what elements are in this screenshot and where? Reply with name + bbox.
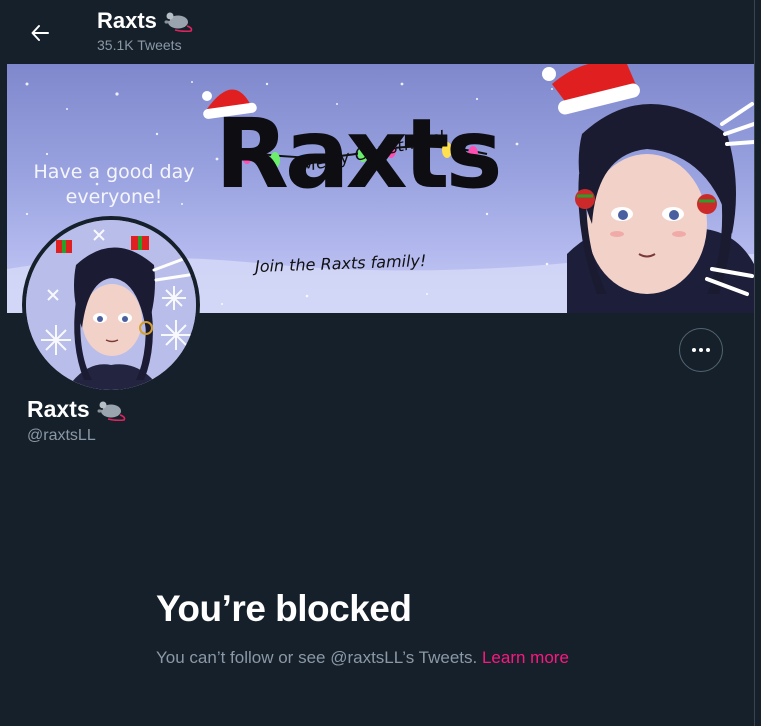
header-title: Raxts [97, 8, 195, 34]
top-bar: Raxts 35.1K Tweets [0, 0, 754, 64]
more-dots-icon [706, 348, 710, 352]
profile-avatar[interactable] [22, 216, 200, 394]
banner-logo: Raxts [215, 98, 503, 210]
header-name: Raxts [97, 8, 157, 33]
tweet-count: 35.1K Tweets [97, 37, 182, 53]
avatar-art [26, 220, 196, 390]
profile-name: Raxts [27, 396, 128, 423]
back-button[interactable] [22, 15, 58, 51]
arrow-left-icon [31, 25, 49, 41]
blocked-message: You can’t follow or see @raxtsLL’s Tweet… [156, 645, 576, 670]
greeting-line-2: everyone! [65, 186, 163, 208]
greeting-line-1: Have a good day [33, 161, 195, 183]
rat-icon [97, 401, 125, 421]
more-dots-icon [692, 348, 696, 352]
learn-more-link[interactable]: Learn more [482, 648, 569, 667]
profile-display-name: Raxts [27, 396, 90, 422]
more-dots-icon [699, 348, 703, 352]
banner-greeting: Have a good day everyone! [29, 160, 199, 210]
blocked-title: You’re blocked [156, 588, 412, 629]
profile-column: Raxts 35.1K Tweets Merry Christmas! Raxt… [0, 0, 755, 726]
more-options-button[interactable] [679, 328, 723, 372]
rat-icon [164, 12, 193, 32]
profile-handle: @raxtsLL [27, 427, 96, 444]
blocked-body-text: You can’t follow or see @raxtsLL’s Tweet… [156, 648, 478, 667]
